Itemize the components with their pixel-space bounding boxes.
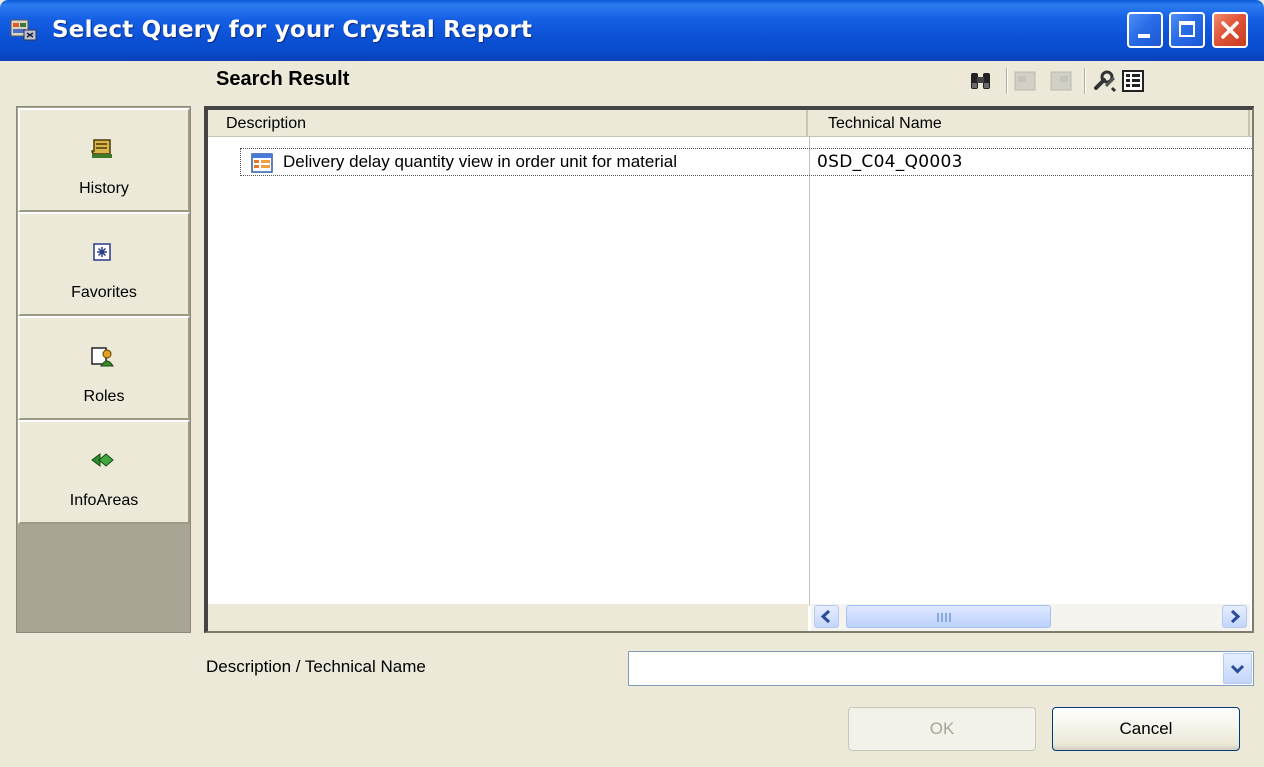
disabled-icon[interactable]: [1048, 68, 1074, 94]
results-list[interactable]: Description Technical Name Delivery dela…: [204, 106, 1254, 633]
dropdown-button[interactable]: [1223, 653, 1252, 684]
binoculars-icon[interactable]: [968, 68, 994, 94]
favorites-star-icon: [93, 243, 111, 261]
nav-infoareas[interactable]: InfoAreas: [18, 420, 190, 524]
search-field-label: Description / Technical Name: [206, 657, 426, 676]
chevron-down-icon: [1230, 664, 1245, 674]
column-divider: [809, 136, 810, 606]
nav-roles-label: Roles: [83, 388, 125, 405]
row-technical-name: 0SD_C04_Q0003: [817, 152, 963, 172]
nav-infoareas-label: InfoAreas: [69, 492, 139, 509]
toolbar-separator: [1084, 68, 1086, 94]
nav-history-label: History: [79, 180, 129, 197]
search-combobox[interactable]: [628, 651, 1254, 686]
horizontal-scrollbar[interactable]: [811, 604, 1250, 631]
nav-roles[interactable]: Roles: [18, 316, 190, 420]
window-title: Select Query for your Crystal Report: [52, 17, 533, 43]
navigation-panel: History Favorites Roles InfoAreas: [16, 106, 191, 633]
details-view-icon[interactable]: [1120, 68, 1146, 94]
scroll-thumb[interactable]: [846, 605, 1051, 628]
dialog-window: Select Query for your Crystal Report Sea…: [0, 0, 1264, 767]
minimize-button[interactable]: [1127, 12, 1163, 48]
column-header-technical-name[interactable]: Technical Name: [810, 110, 1250, 136]
query-table-icon: [251, 153, 273, 173]
cancel-button[interactable]: Cancel: [1052, 707, 1240, 751]
disabled-icon[interactable]: [1012, 68, 1038, 94]
crystal-report-app-icon: [10, 19, 37, 41]
row-description: Delivery delay quantity view in order un…: [283, 152, 678, 171]
history-scroll-icon: [91, 139, 112, 158]
list-footer-strip: [208, 604, 808, 631]
search-input[interactable]: [631, 654, 1225, 684]
column-header-description[interactable]: Description: [208, 110, 808, 136]
chevron-right-icon: [1230, 609, 1241, 624]
scroll-left-button[interactable]: [814, 605, 839, 628]
ok-button[interactable]: OK: [848, 707, 1036, 751]
close-icon: [1221, 21, 1239, 39]
section-title: Search Result: [216, 68, 350, 90]
title-bar[interactable]: Select Query for your Crystal Report: [0, 0, 1264, 61]
toolbar-separator: [1006, 68, 1008, 94]
nav-history[interactable]: History: [18, 108, 190, 212]
list-item[interactable]: Delivery delay quantity view in order un…: [240, 148, 1252, 176]
roles-icon: [91, 347, 114, 367]
maximize-button[interactable]: [1169, 12, 1205, 48]
scroll-right-button[interactable]: [1222, 605, 1247, 628]
nav-favorites[interactable]: Favorites: [18, 212, 190, 316]
settings-tools-icon[interactable]: [1092, 68, 1118, 94]
chevron-left-icon: [820, 609, 831, 624]
infoareas-diamond-icon: [91, 453, 114, 467]
nav-favorites-label: Favorites: [71, 284, 137, 301]
list-header: Description Technical Name: [208, 110, 1252, 137]
close-button[interactable]: [1212, 12, 1248, 48]
